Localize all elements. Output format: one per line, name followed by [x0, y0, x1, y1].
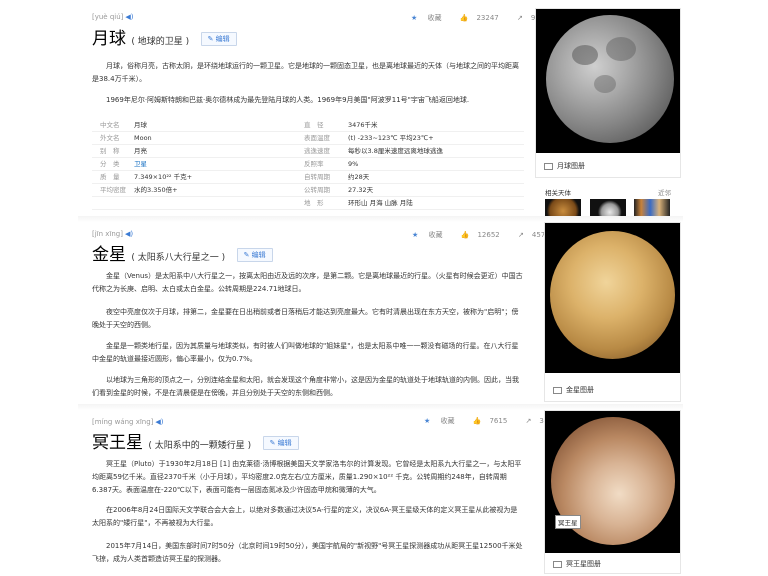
info-key: 别 称: [100, 147, 120, 155]
summary-paragraph: 在2006年8月24日国际天文学联合会大会上，以绝对多数通过决议5A-行星的定义…: [92, 506, 518, 527]
star-icon: ★: [412, 231, 419, 239]
info-row: 中文名 月球 直 径 3476千米: [92, 119, 524, 132]
favorite-button[interactable]: ★ 收藏: [411, 14, 450, 22]
info-value: 27.32天: [348, 186, 374, 194]
venus-pinyin: [jīn xīng] ◀): [92, 230, 134, 238]
venus-image[interactable]: [545, 223, 680, 373]
info-key: 公转周期: [304, 186, 330, 194]
info-key: 质 量: [100, 173, 120, 181]
page-title: 金星 ( 太阳系八大行星之一 ) ✎ 编辑: [92, 240, 273, 265]
info-value[interactable]: 卫星: [134, 158, 304, 170]
edit-button[interactable]: ✎ 编辑: [236, 248, 273, 262]
info-key: 逃逸速度: [304, 147, 330, 155]
moon-entry: [yuè qiú] ◀) 月球 ( 地球的卫星 ) ✎ 编辑 ★ 收藏 👍 2324…: [78, 0, 683, 223]
info-key: 直 径: [304, 121, 324, 129]
thumbs-up-icon: 👍: [460, 231, 470, 239]
album-caption[interactable]: 金星图册: [553, 385, 594, 395]
share-icon: ↗: [517, 231, 524, 239]
info-row: 别 称 月亮 逃逸速度 每秒以3.8厘米速度远离地球逃逸: [92, 145, 524, 158]
related-more[interactable]: 近邻: [658, 187, 671, 197]
venus-album[interactable]: 金星图册: [544, 222, 681, 402]
summary-paragraph: 夜空中亮度仅次于月球，排第二，金星要在日出稍前或者日落稍后才能达到亮度最大。它有…: [92, 308, 519, 329]
related-title: 相关天体: [545, 189, 571, 197]
moon-image[interactable]: [536, 9, 680, 153]
info-row: 平均密度 水的3.350倍+ 公转周期 27.32天: [92, 184, 524, 197]
page-title: 月球 ( 地球的卫星 ) ✎ 编辑: [92, 24, 237, 49]
share-icon: ↗: [525, 417, 532, 425]
venus-stats: ★ 收藏 👍 12652 ↗ 4570: [412, 230, 566, 240]
info-key: 外文名: [100, 134, 120, 142]
info-value: [134, 197, 304, 209]
pluto-badge: 冥王星: [555, 515, 581, 529]
page-title: 冥王星 ( 太阳系中的一颗矮行星 ) ✎ 编辑: [92, 428, 299, 453]
favorite-button[interactable]: ★ 收藏: [412, 231, 451, 239]
info-value: (t) -233~123℃ 平均23℃+: [348, 134, 434, 142]
info-key: 中文名: [100, 121, 120, 129]
pluto-image[interactable]: 冥王星: [545, 411, 680, 553]
like-button[interactable]: 👍 12652: [461, 231, 508, 239]
speaker-icon[interactable]: ◀): [125, 13, 133, 21]
info-value: 环形山 月海 山脉 月陆: [348, 199, 413, 207]
summary-paragraph: 2015年7月14日，美国东部时间7时50分（北京时间19时50分），美国宇航局…: [92, 542, 523, 563]
speaker-icon[interactable]: ◀): [125, 230, 133, 238]
info-value: 7.349×10²² 千克+: [134, 173, 193, 181]
info-key: 地 形: [304, 199, 324, 207]
pluto-entry: [míng wáng xīng] ◀) 冥王星 ( 太阳系中的一颗矮行星 ) ✎ …: [78, 410, 683, 576]
summary-paragraph: 以地球为三角形的顶点之一，分别连结金星和太阳，就会发现这个角度非常小，这是因为金…: [92, 376, 519, 397]
info-key: 自转周期: [304, 173, 330, 181]
summary-paragraph: 金星是一颗类地行星，因为其质量与地球类似，有时被人们叫做地球的"姐妹星"，也是太…: [92, 342, 519, 363]
summary-paragraph: 月球，俗称月亮，古称太阴，是环绕地球运行的一颗卫星。它是地球的一颗固态卫星，也是…: [92, 62, 519, 83]
info-value: 9%: [348, 160, 359, 168]
share-icon: ↗: [516, 14, 523, 22]
venus-entry: [jīn xīng] ◀) 金星 ( 太阳系八大行星之一 ) ✎ 编辑 ★ 收藏 …: [78, 222, 683, 404]
info-key: 表面温度: [304, 134, 330, 142]
info-row: 质 量 7.349×10²² 千克+ 自转周期 约28天: [92, 171, 524, 184]
like-button[interactable]: 👍 23247: [460, 14, 507, 22]
album-caption[interactable]: 冥王星图册: [553, 559, 601, 569]
info-key: 分 类: [100, 160, 120, 168]
thumbs-up-icon: 👍: [472, 417, 482, 425]
edit-button[interactable]: ✎ 编辑: [200, 32, 237, 46]
thumbs-up-icon: 👍: [459, 14, 469, 22]
moon-album[interactable]: 月球图册: [535, 8, 681, 178]
info-key: [92, 197, 134, 209]
info-value: 每秒以3.8厘米速度远离地球逃逸: [348, 147, 443, 155]
info-row: 分 类 卫星 反照率 9%: [92, 158, 524, 171]
summary-paragraph: 金星（Venus）是太阳系中八大行星之一，按离太阳由近及远的次序，是第二颗。它是…: [92, 272, 523, 293]
info-key: 反照率: [304, 160, 324, 168]
speaker-icon[interactable]: ◀): [155, 418, 163, 426]
album-icon: [553, 386, 562, 394]
summary-paragraph: 冥王星（Pluto）于1930年2月18日 [1] 由克莱德·汤博根据美国天文学…: [92, 460, 522, 494]
album-icon: [553, 560, 562, 568]
info-row: 外文名 Moon 表面温度 (t) -233~123℃ 平均23℃+: [92, 132, 524, 145]
like-button[interactable]: 👍 7615: [473, 417, 516, 425]
basic-info-table: 中文名 月球 直 径 3476千米外文名 Moon 表面温度 (t) -233~123℃ 平…: [92, 119, 524, 210]
info-value: 月球: [134, 121, 147, 129]
star-icon: ★: [424, 417, 431, 425]
info-value: 月亮: [134, 147, 147, 155]
star-icon: ★: [411, 14, 418, 22]
edit-button[interactable]: ✎ 编辑: [262, 436, 299, 450]
info-row: 地 形 环形山 月海 山脉 月陆: [92, 197, 524, 210]
album-icon: [544, 162, 553, 170]
info-value: 3476千米: [348, 121, 378, 129]
info-value: 约28天: [348, 173, 370, 181]
moon-pinyin: [yuè qiú] ◀): [92, 13, 134, 21]
pluto-album[interactable]: 冥王星 冥王星图册: [544, 410, 681, 574]
info-value: 水的3.350倍+: [134, 186, 178, 194]
album-caption[interactable]: 月球图册: [544, 161, 585, 171]
info-key: 平均密度: [100, 186, 126, 194]
info-value: Moon: [134, 134, 152, 142]
pluto-pinyin: [míng wáng xīng] ◀): [92, 418, 164, 426]
summary-paragraph: 1969年尼尔·阿姆斯特朗和巴兹·奥尔德林成为最先登陆月球的人类。1969年9月…: [106, 96, 470, 104]
favorite-button[interactable]: ★ 收藏: [424, 417, 463, 425]
